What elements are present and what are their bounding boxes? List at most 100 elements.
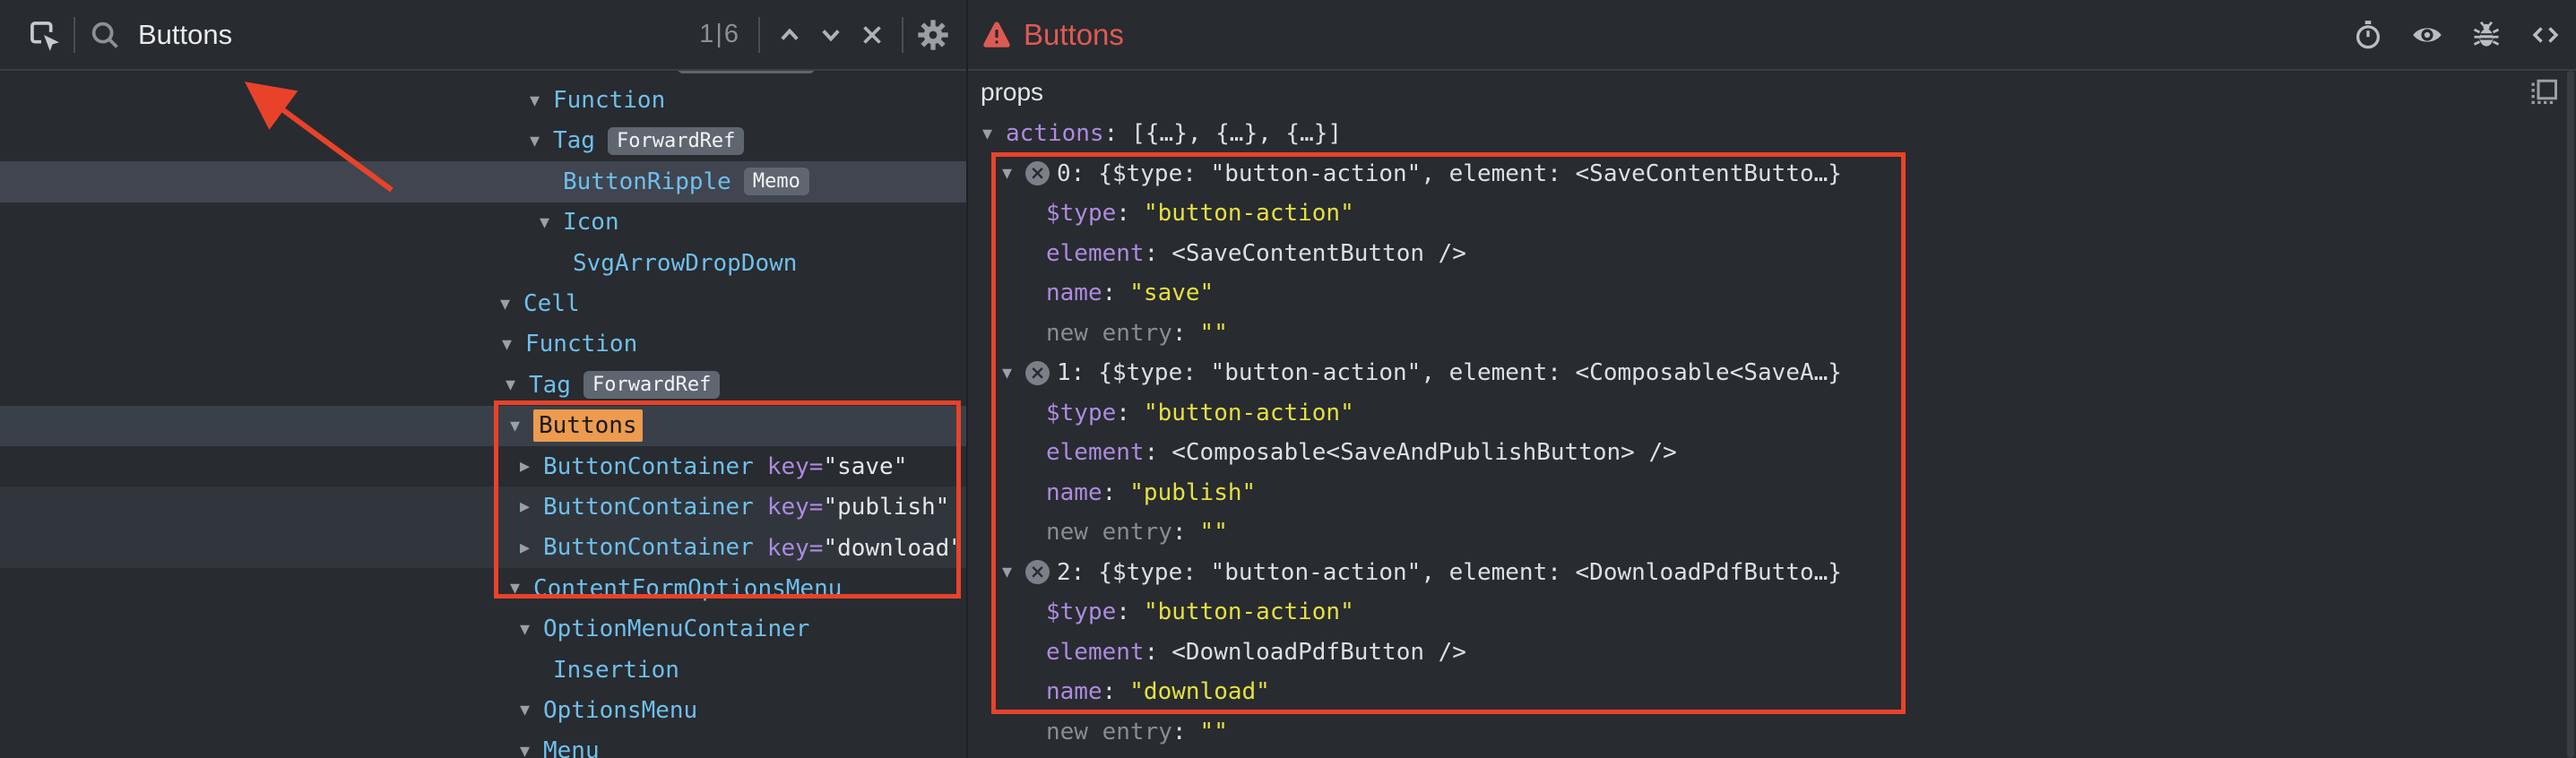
tree-row-function-withripple[interactable]: ▾FunctionwithRipple: [0, 71, 966, 80]
next-result-button[interactable]: [810, 14, 851, 56]
inspect-element-button[interactable]: [23, 14, 65, 56]
dashed-square-icon[interactable]: [2528, 76, 2560, 108]
view-source-icon[interactable]: [2528, 19, 2563, 51]
field-row-type[interactable]: $type:"button-action": [968, 393, 2576, 434]
field-key: $type: [1046, 599, 1116, 625]
new-entry-key[interactable]: new entry: [1046, 320, 1172, 347]
expander-icon[interactable]: ▾: [500, 293, 523, 315]
tree-row-svgarrowdropdown[interactable]: SvgArrowDropDown: [0, 243, 966, 283]
tree-row-function-2[interactable]: ▾Function: [0, 324, 966, 365]
component-name: OptionsMenu: [543, 697, 697, 724]
field-row-element[interactable]: element:<DownloadPdfButton />: [968, 633, 2576, 673]
field-value[interactable]: "button-action": [1144, 599, 1354, 625]
tree-row-optionsmenu[interactable]: ▾OptionsMenu: [0, 690, 966, 730]
component-name: OptionMenuContainer: [543, 616, 809, 642]
tree-row-tag-2[interactable]: ▾Tag ForwardRef: [0, 365, 966, 405]
tree-row-buttoncontainer-download[interactable]: ▸ButtonContainerkey="download": [0, 528, 966, 568]
component-name: Menu: [543, 737, 600, 758]
prop-row-actions[interactable]: ▾actions:[{…}, {…}, {…}]: [968, 114, 2576, 154]
field-row-element[interactable]: element:<SaveContentButton />: [968, 234, 2576, 274]
field-value[interactable]: "button-action": [1144, 400, 1354, 426]
item-index: 0:: [1057, 160, 1085, 187]
expander-icon[interactable]: ▾: [982, 123, 1006, 145]
clear-search-button[interactable]: [851, 14, 893, 56]
component-tree: ▾FunctionwithRipple ▾Function ▾TagForwar…: [0, 71, 966, 758]
field-value[interactable]: "download": [1129, 678, 1270, 705]
field-value[interactable]: "save": [1129, 280, 1214, 306]
field-value[interactable]: "button-action": [1144, 200, 1354, 227]
field-row-new-entry[interactable]: new entry:"": [968, 314, 2576, 354]
field-row-name[interactable]: name:"save": [968, 273, 2576, 314]
hoc-badge: ForwardRef: [583, 371, 720, 399]
field-value[interactable]: <DownloadPdfButton />: [1171, 639, 1466, 666]
component-name: Tag: [529, 372, 571, 399]
new-entry-key[interactable]: new entry: [1046, 519, 1172, 546]
remove-item-button[interactable]: ×: [1025, 161, 1050, 185]
field-value[interactable]: "": [1200, 320, 1228, 347]
tree-row-icon[interactable]: ▾Icon: [0, 202, 966, 243]
action-item-row-0[interactable]: ▾×0:{$type: "button-action", element: <S…: [968, 154, 2576, 194]
expander-icon[interactable]: ▾: [520, 740, 543, 758]
new-entry-key[interactable]: new entry: [1046, 719, 1172, 745]
bug-icon[interactable]: [2470, 19, 2503, 51]
field-row-new-entry[interactable]: new entry:"": [968, 712, 2576, 753]
expander-icon[interactable]: ▸: [520, 455, 543, 478]
tree-row-cell[interactable]: ▾Cell: [0, 283, 966, 323]
remove-item-button[interactable]: ×: [1025, 560, 1050, 584]
tree-row-buttoncontainer-publish[interactable]: ▸ButtonContainerkey="publish": [0, 487, 966, 527]
action-item-row-1[interactable]: ▾×1:{$type: "button-action", element: <C…: [968, 353, 2576, 393]
tree-row-menu[interactable]: ▾Menu: [0, 731, 966, 758]
vertical-scrollbar[interactable]: [2567, 71, 2574, 758]
field-row-element[interactable]: element:<Composable<SaveAndPublishButton…: [968, 433, 2576, 473]
expander-icon[interactable]: ▾: [1002, 362, 1025, 384]
field-row-new-entry[interactable]: new entry:"": [968, 513, 2576, 553]
key-attr-eq: =: [809, 494, 824, 521]
expander-icon[interactable]: ▸: [520, 537, 543, 559]
array-new-entry-row[interactable]: new entry: [968, 752, 2576, 758]
item-index: 1:: [1057, 359, 1085, 386]
item-index: 2:: [1057, 559, 1085, 586]
expander-icon[interactable]: ▾: [520, 618, 543, 641]
field-value[interactable]: <Composable<SaveAndPublishButton> />: [1171, 439, 1677, 466]
tree-row-buttons-selected[interactable]: ▾Buttons: [0, 406, 966, 446]
expander-icon[interactable]: ▾: [540, 211, 563, 234]
field-row-name[interactable]: name:"download": [968, 672, 2576, 712]
expander-icon[interactable]: ▾: [502, 333, 525, 356]
colon: :: [1145, 639, 1159, 666]
field-value[interactable]: "": [1200, 519, 1228, 546]
action-item-row-2[interactable]: ▾×2:{$type: "button-action", element: <D…: [968, 553, 2576, 593]
inspect-cursor-icon: [26, 17, 62, 53]
stopwatch-icon[interactable]: [2352, 19, 2384, 51]
tree-row-contentformoptionsmenu[interactable]: ▾ContentFormOptionsMenu: [0, 568, 966, 608]
tree-row-insertion[interactable]: Insertion: [0, 650, 966, 690]
expander-icon[interactable]: ▾: [530, 130, 553, 152]
field-value[interactable]: "publish": [1129, 479, 1256, 506]
expander-icon[interactable]: ▾: [1002, 561, 1025, 583]
tree-row-function[interactable]: ▾Function: [0, 80, 966, 120]
field-row-type[interactable]: $type:"button-action": [968, 592, 2576, 633]
tree-row-tag[interactable]: ▾TagForwardRef: [0, 121, 966, 161]
expander-icon[interactable]: ▾: [1002, 162, 1025, 185]
expander-icon[interactable]: ▾: [506, 374, 529, 396]
expander-icon[interactable]: ▾: [510, 577, 533, 599]
field-value[interactable]: <SaveContentButton />: [1171, 240, 1466, 267]
expander-icon[interactable]: ▾: [520, 699, 543, 721]
settings-button[interactable]: [912, 14, 954, 56]
expander-icon[interactable]: ▾: [530, 90, 553, 112]
components-toolbar: Buttons 1|6: [0, 0, 966, 71]
eye-icon[interactable]: [2409, 19, 2445, 51]
expander-icon[interactable]: ▾: [510, 415, 533, 437]
component-name: ButtonRipple: [563, 168, 731, 195]
remove-item-button[interactable]: ×: [1025, 361, 1050, 385]
previous-result-button[interactable]: [769, 14, 810, 56]
gear-icon: [915, 17, 951, 53]
search-input[interactable]: Buttons: [138, 19, 232, 51]
component-name: Tag: [553, 127, 595, 154]
expander-icon[interactable]: ▸: [520, 495, 543, 518]
field-row-type[interactable]: $type:"button-action": [968, 194, 2576, 234]
field-row-name[interactable]: name:"publish": [968, 473, 2576, 513]
tree-row-optionmenucontainer[interactable]: ▾OptionMenuContainer: [0, 608, 966, 649]
tree-row-buttonripple[interactable]: ButtonRippleMemo: [0, 161, 966, 202]
field-value[interactable]: "": [1200, 719, 1228, 745]
tree-row-buttoncontainer-save[interactable]: ▸ButtonContainerkey="save": [0, 446, 966, 487]
